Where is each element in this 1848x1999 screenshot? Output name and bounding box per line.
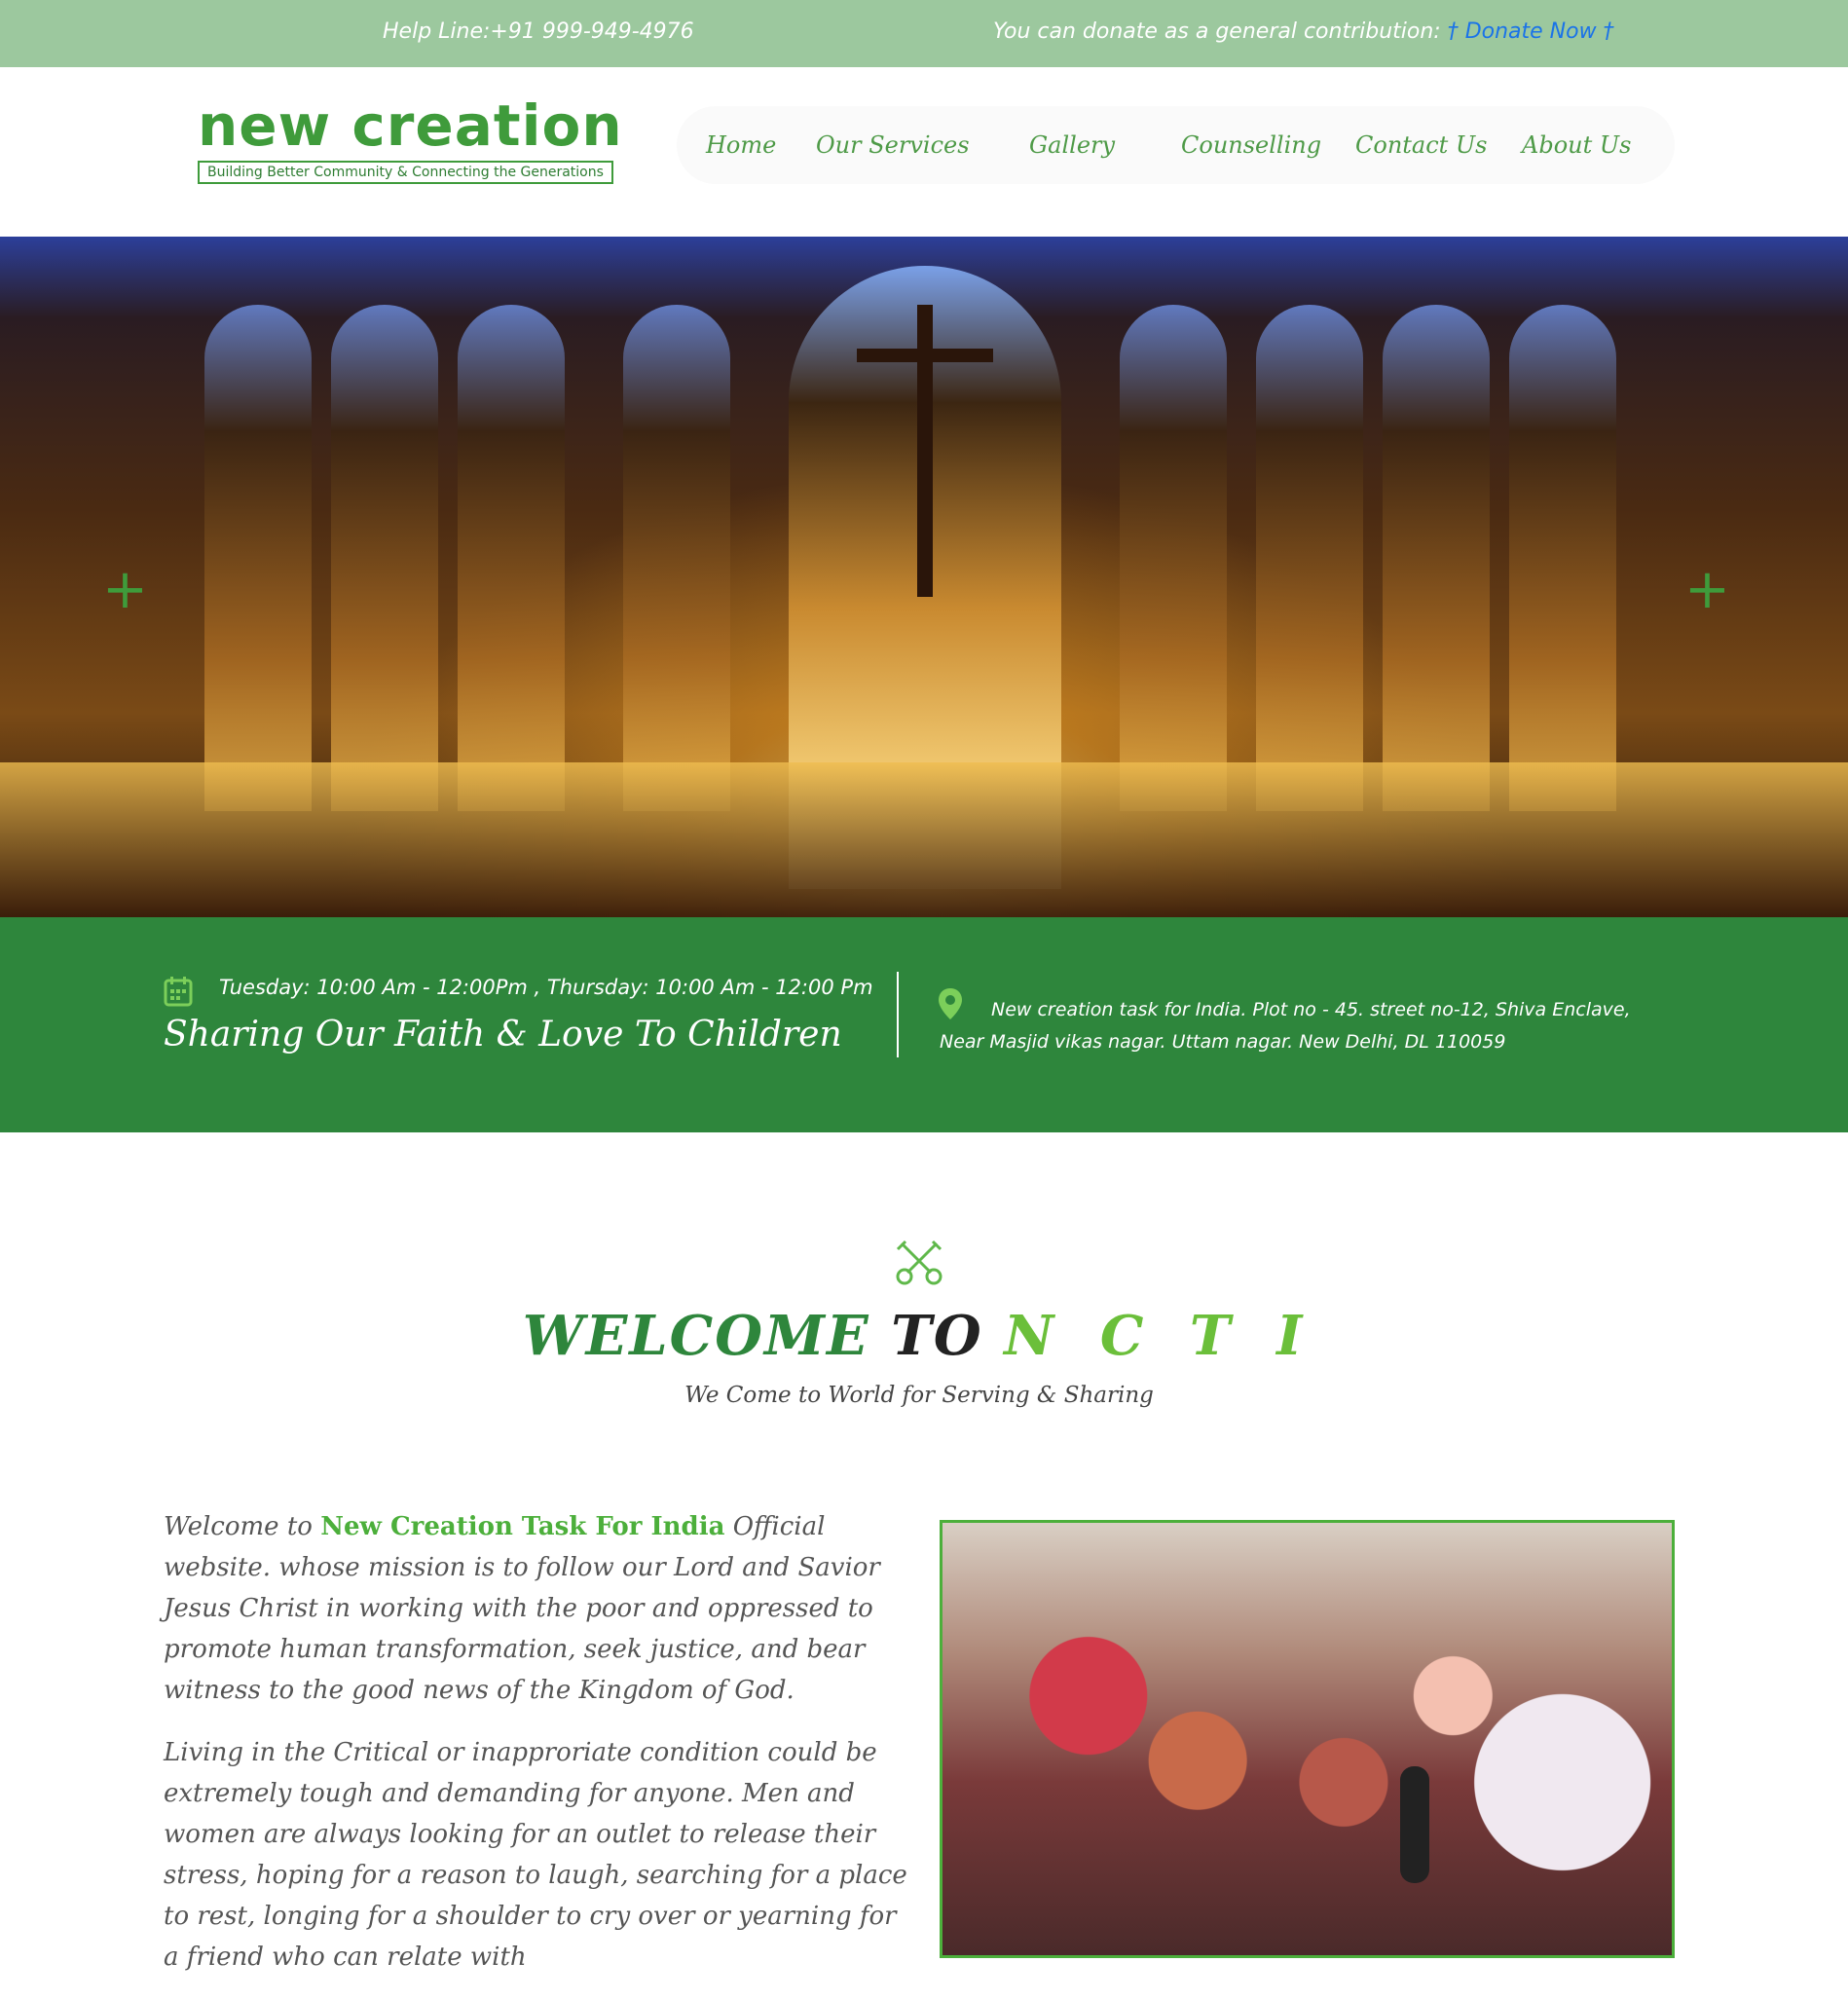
para1-prefix: Welcome to	[164, 1512, 313, 1541]
welcome-title-acronym: N C T I	[1004, 1304, 1316, 1368]
site-header: new creation Building Better Community &…	[0, 67, 1848, 237]
welcome-title-word-2: TO	[891, 1304, 983, 1368]
welcome-text: Welcome to New Creation Task For India O…	[164, 1506, 913, 1999]
donate-now-link[interactable]: † Donate Now †	[1448, 19, 1614, 44]
address-line-2: Near Masjid vikas nagar. Uttam nagar. Ne…	[940, 1031, 1506, 1053]
nav-gallery[interactable]: Gallery	[1029, 131, 1115, 159]
hero-railing	[0, 762, 1848, 917]
welcome-title-word-1: WELCOME	[522, 1304, 870, 1368]
donate-text: You can donate as a general contribution…	[993, 19, 1614, 44]
helpline-text: Help Line:+91 999-949-4976	[383, 19, 694, 44]
crossed-keys-icon	[896, 1240, 942, 1285]
donate-label: You can donate as a general contribution…	[993, 19, 1441, 44]
welcome-section: WELCOME TO N C T I We Come to World for …	[0, 1132, 1848, 1972]
welcome-title: WELCOME TO N C T I	[0, 1304, 1838, 1368]
info-divider	[897, 972, 899, 1057]
slider-prev-plus-icon[interactable]: +	[102, 563, 148, 617]
nav-contact-us[interactable]: Contact Us	[1355, 131, 1487, 159]
info-tagline: Sharing Our Faith & Love To Children	[164, 1015, 842, 1055]
nav-counselling[interactable]: Counselling	[1181, 131, 1321, 159]
top-bar: Help Line:+91 999-949-4976 You can donat…	[0, 0, 1848, 67]
hero-arch	[1120, 305, 1227, 811]
welcome-subtitle: We Come to World for Serving & Sharing	[684, 1383, 1154, 1408]
nav-home[interactable]: Home	[706, 131, 776, 159]
calendar-icon	[164, 977, 193, 1007]
nav-about-us[interactable]: About Us	[1522, 131, 1631, 159]
logo-wordmark: new creation	[198, 93, 623, 159]
info-bar: Tuesday: 10:00 Am - 12:00Pm , Thursday: …	[0, 917, 1848, 1132]
welcome-paragraph-1: Welcome to New Creation Task For India O…	[164, 1506, 913, 1711]
hero-arch	[1383, 305, 1490, 811]
address: New creation task for India. Plot no - 4…	[940, 994, 1660, 1058]
welcome-paragraph-2: Living in the Critical or inapproriate c…	[164, 1738, 907, 1972]
hero-arch	[623, 305, 730, 811]
hero-arch	[331, 305, 438, 811]
main-nav: Home Our Services Gallery Counselling Co…	[677, 106, 1675, 184]
address-line-1: New creation task for India. Plot no - 4…	[991, 999, 1631, 1020]
hero-arch	[204, 305, 312, 811]
logo-tagline: Building Better Community & Connecting t…	[198, 161, 613, 184]
nav-our-services[interactable]: Our Services	[816, 131, 970, 159]
hero-arch	[1256, 305, 1363, 811]
org-name-highlight: New Creation Task For India	[320, 1512, 725, 1541]
hero-arch	[458, 305, 565, 811]
slider-next-plus-icon[interactable]: +	[1684, 563, 1730, 617]
hero-cross-bar	[857, 349, 993, 362]
hero-slider: + +	[0, 237, 1848, 917]
hero-arch	[1509, 305, 1616, 811]
photo-microphone	[1400, 1766, 1429, 1883]
site-logo[interactable]: new creation Building Better Community &…	[198, 93, 623, 186]
ministry-photo	[940, 1520, 1675, 1958]
service-hours: Tuesday: 10:00 Am - 12:00Pm , Thursday: …	[219, 976, 873, 999]
